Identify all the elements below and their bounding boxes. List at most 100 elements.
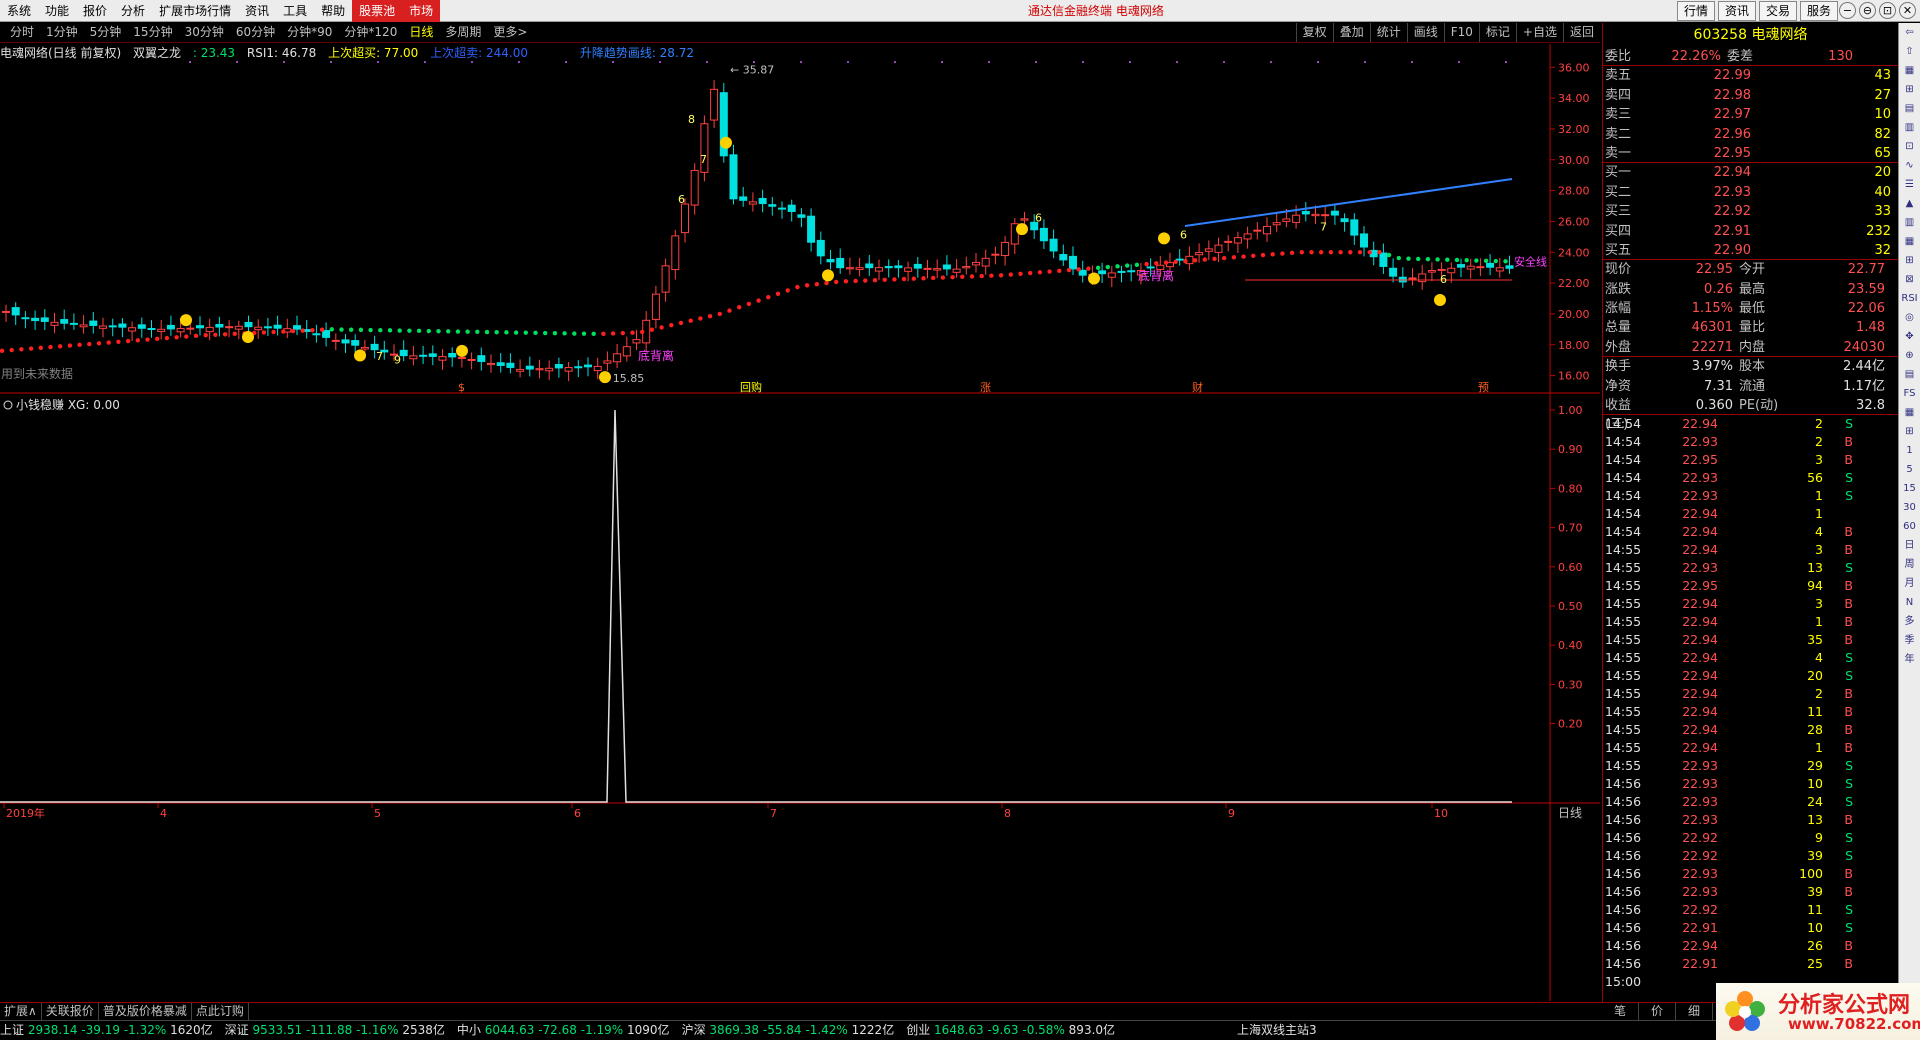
sidebar-tool-29[interactable]: 月	[1899, 574, 1920, 593]
sidebar-tool-18[interactable]: ▤	[1899, 365, 1920, 384]
close-icon[interactable]: ✕	[1899, 2, 1916, 19]
sidebar-tool-32[interactable]: 季	[1899, 631, 1920, 650]
menu-item-info[interactable]: 资讯	[238, 0, 276, 22]
sidebar-tool-31[interactable]: 多	[1899, 612, 1920, 631]
index-item[interactable]: 中小 6044.63 -72.68 -1.19% 1090亿	[457, 1021, 670, 1040]
menu-item-quote[interactable]: 报价	[76, 0, 114, 22]
candle-body	[2, 310, 10, 313]
quote-tab-1[interactable]: 价	[1639, 1003, 1677, 1020]
sidebar-tool-19[interactable]: FS	[1899, 384, 1920, 403]
period-tab-6[interactable]: 分钟*90	[281, 23, 338, 42]
index-item[interactable]: 沪深 3869.38 -55.84 -1.42% 1222亿	[682, 1021, 895, 1040]
period-tab-10[interactable]: 更多>	[487, 23, 533, 42]
related-quote-tab[interactable]: 关联报价	[42, 1003, 99, 1020]
index-item[interactable]: 创业 1648.63 -9.63 -0.58% 893.0亿	[906, 1021, 1115, 1040]
event-marker[interactable]: 预	[1478, 381, 1489, 394]
sidebar-tool-30[interactable]: N	[1899, 593, 1920, 612]
trade-button[interactable]: 交易	[1758, 1, 1797, 21]
period-tab-2[interactable]: 5分钟	[84, 23, 128, 42]
sidebar-tool-11[interactable]: ▦	[1899, 232, 1920, 251]
support-dot	[436, 328, 441, 334]
event-marker[interactable]: $	[458, 381, 465, 394]
toolbar-button-3[interactable]: 画线	[1406, 23, 1444, 42]
toolbar-button-2[interactable]: 统计	[1369, 23, 1407, 42]
sidebar-tool-23[interactable]: 5	[1899, 460, 1920, 479]
toolbar-button-7[interactable]: 返回	[1562, 23, 1600, 42]
sidebar-tool-0[interactable]: ⇦	[1899, 23, 1920, 42]
menu-item-market[interactable]: 市场	[402, 0, 441, 22]
period-tab-8[interactable]: 日线	[403, 23, 439, 42]
sidebar-tool-16[interactable]: ✥	[1899, 327, 1920, 346]
maximize-icon[interactable]: ⊡	[1879, 2, 1896, 19]
event-marker[interactable]: 回购	[740, 380, 762, 394]
trade-row: 14:56 22.93 13 B	[1605, 812, 1853, 828]
price-promo-tab[interactable]: 普及版价格暴减	[99, 1003, 192, 1020]
sidebar-tool-1[interactable]: ⇧	[1899, 42, 1920, 61]
menu-item-stock-pool[interactable]: 股票池	[352, 0, 403, 22]
candle-body	[1437, 268, 1446, 271]
sidebar-tool-8[interactable]: ☰	[1899, 175, 1920, 194]
quote-tab-2[interactable]: 细	[1676, 1003, 1714, 1020]
candle-body	[234, 325, 243, 330]
toolbar-button-0[interactable]: 复权	[1295, 23, 1333, 42]
toolbar-button-6[interactable]: +自选	[1515, 23, 1563, 42]
support-dot	[1396, 255, 1402, 261]
support-dot	[1270, 252, 1275, 257]
toolbar-button-5[interactable]: 标记	[1478, 23, 1516, 42]
sidebar-tool-27[interactable]: 日	[1899, 536, 1920, 555]
sidebar-tool-10[interactable]: ▥	[1899, 213, 1920, 232]
sidebar-tool-13[interactable]: ⊠	[1899, 270, 1920, 289]
sidebar-tool-14[interactable]: RSI	[1899, 289, 1920, 308]
sidebar-tool-22[interactable]: 1	[1899, 441, 1920, 460]
sidebar-tool-9[interactable]: ▲	[1899, 194, 1920, 213]
news-button[interactable]: 资讯	[1717, 1, 1756, 21]
sidebar-tool-4[interactable]: ▤	[1899, 99, 1920, 118]
sidebar-tool-24[interactable]: 15	[1899, 479, 1920, 498]
menu-item-help[interactable]: 帮助	[314, 0, 352, 22]
sidebar-tool-28[interactable]: 周	[1899, 555, 1920, 574]
index-item[interactable]: 上证 2938.14 -39.19 -1.32% 1620亿	[0, 1021, 213, 1040]
menu-item-tools[interactable]: 工具	[276, 0, 314, 22]
sidebar-tool-17[interactable]: ⊕	[1899, 346, 1920, 365]
period-tab-5[interactable]: 60分钟	[230, 23, 281, 42]
minimize-icon[interactable]: −	[1839, 2, 1856, 19]
event-marker[interactable]: 涨	[980, 381, 991, 394]
period-tab-0[interactable]: 分时	[4, 23, 40, 42]
period-tab-3[interactable]: 15分钟	[127, 23, 178, 42]
event-marker[interactable]: 财	[1192, 380, 1203, 394]
sidebar-tool-21[interactable]: ⊞	[1899, 422, 1920, 441]
order-tab[interactable]: 点此订购	[192, 1003, 249, 1020]
menu-item-extended-market[interactable]: 扩展市场行情	[152, 0, 238, 22]
sidebar-tool-12[interactable]: ⊞	[1899, 251, 1920, 270]
kline-chart[interactable]: 36.00 34.00 32.00 30.00 28.00 26.00 24.00 22.00…	[0, 44, 1600, 1001]
menu-item-analysis[interactable]: 分析	[114, 0, 152, 22]
sidebar-tool-2[interactable]: ▦	[1899, 61, 1920, 80]
toolbar-button-1[interactable]: 叠加	[1332, 23, 1370, 42]
tick-trades[interactable]: 14:54 22.94 2 S 14:54 22.93 2 B 14:54 22.95 3 B 14:5…	[1603, 415, 1898, 991]
sidebar-tool-33[interactable]: 年	[1899, 650, 1920, 669]
quote-tab-0[interactable]: 笔	[1602, 1003, 1640, 1020]
sidebar-tool-25[interactable]: 30	[1899, 498, 1920, 517]
period-tab-1[interactable]: 1分钟	[40, 23, 84, 42]
sidebar-tool-3[interactable]: ⊞	[1899, 80, 1920, 99]
indicator-settings-icon[interactable]	[3, 400, 13, 410]
sidebar-tool-7[interactable]: ∿	[1899, 156, 1920, 175]
period-tab-4[interactable]: 30分钟	[179, 23, 230, 42]
toolbar-button-4[interactable]: F10	[1443, 23, 1479, 42]
expand-tab[interactable]: 扩展∧	[0, 1003, 42, 1020]
sidebar-tool-20[interactable]: ▦	[1899, 403, 1920, 422]
sidebar-tool-5[interactable]: ▥	[1899, 118, 1920, 137]
period-tab-9[interactable]: 多周期	[439, 23, 487, 42]
support-dot	[9, 347, 14, 353]
service-button[interactable]: 服务	[1799, 1, 1838, 21]
index-item[interactable]: 深证 9533.51 -111.88 -1.16% 2538亿	[225, 1021, 445, 1040]
period-tab-7[interactable]: 分钟*120	[338, 23, 403, 42]
sidebar-tool-6[interactable]: ⊡	[1899, 137, 1920, 156]
sidebar-tool-15[interactable]: ◎	[1899, 308, 1920, 327]
signal-face-icon	[1016, 223, 1028, 236]
market-button[interactable]: 行情	[1676, 1, 1715, 21]
menu-item-function[interactable]: 功能	[38, 0, 76, 22]
restore-icon[interactable]: ⊖	[1859, 2, 1876, 19]
sidebar-tool-26[interactable]: 60	[1899, 517, 1920, 536]
menu-item-system[interactable]: 系统	[0, 0, 38, 22]
